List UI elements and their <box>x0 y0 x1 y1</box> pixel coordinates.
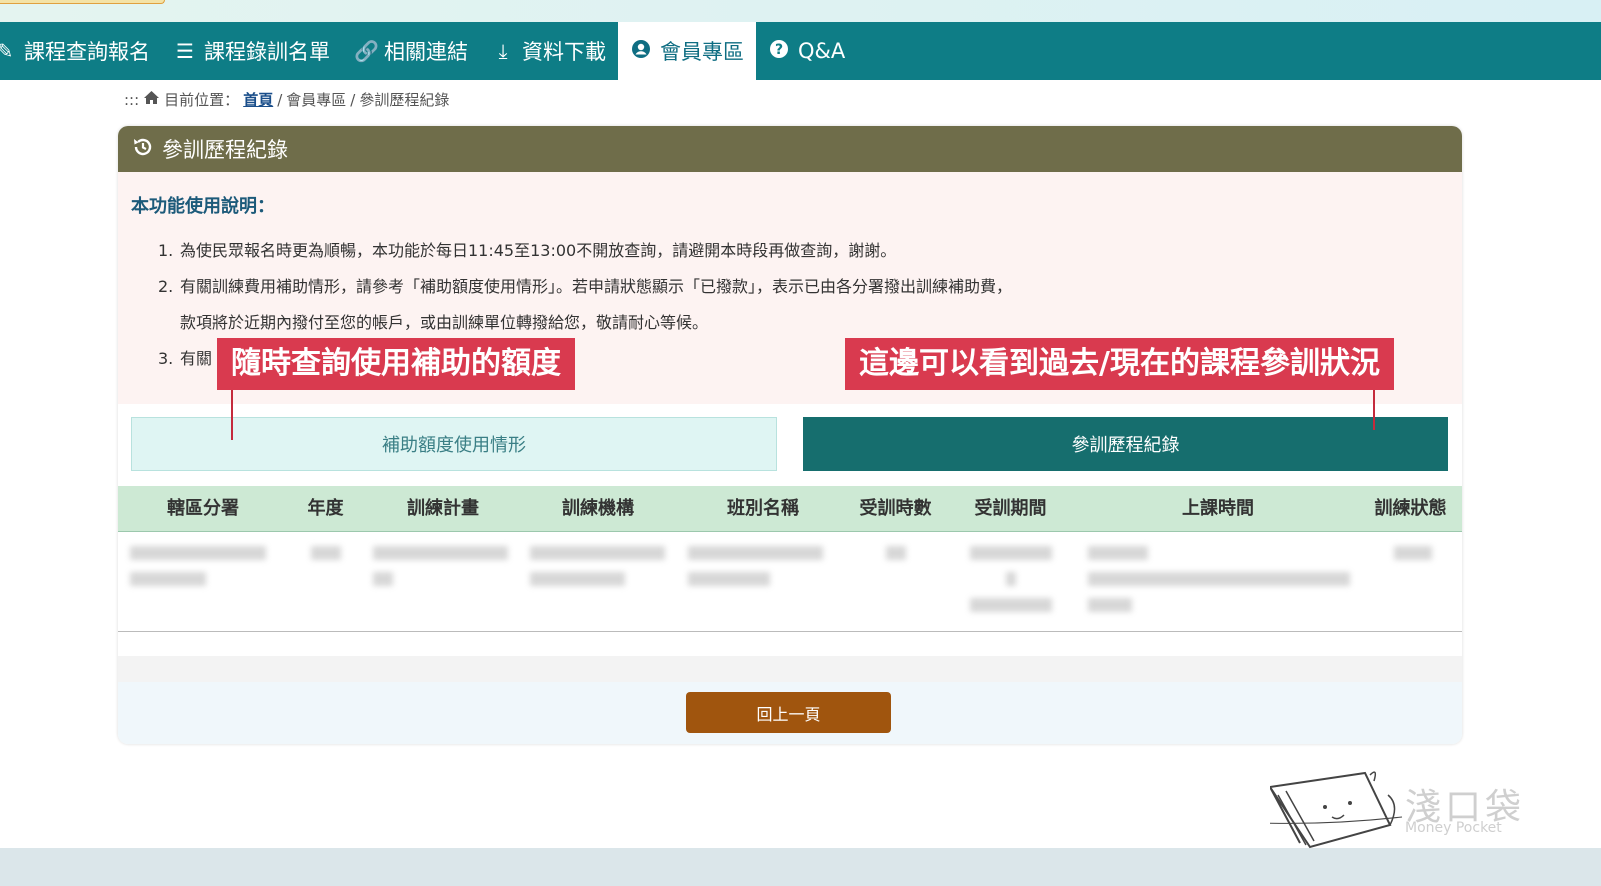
link-icon: 🔗 <box>354 39 379 63</box>
notice-number: 1. <box>158 241 174 260</box>
notice-number: 3. <box>158 349 174 368</box>
redacted-cell <box>970 598 1052 612</box>
breadcrumb-prefix: ::: <box>124 90 140 109</box>
nav-item-downloads[interactable]: ⤓ 資料下載 <box>480 22 618 80</box>
redacted-cell <box>530 546 665 560</box>
notice-item: 2. 有關訓練費用補助情形，請參考「補助額度使用情形」。若申請狀態顯示「已撥款」，… <box>158 274 1012 310</box>
column-header: 上課時間 <box>1182 498 1254 519</box>
annotation-pointer <box>1373 390 1375 430</box>
redacted-cell <box>688 546 823 560</box>
training-history-panel: 參訓歷程紀錄 本功能使用說明： 1. 為使民眾報名時更為順暢，本功能於每日11:4… <box>118 126 1462 744</box>
nav-item-related-links[interactable]: 🔗 相關連結 <box>342 22 480 80</box>
top-strip <box>0 0 1601 22</box>
nav-item-label: 會員專區 <box>660 40 744 64</box>
nav-item-label: Q&A <box>798 39 846 63</box>
column-header: 受訓期間 <box>974 498 1047 519</box>
nav-item-label: 課程查詢報名 <box>24 40 150 64</box>
nav-item-member-area[interactable]: 會員專區 <box>618 22 756 80</box>
back-button[interactable]: 回上一頁 <box>686 692 891 733</box>
column-header: 轄區分署 <box>167 498 239 519</box>
breadcrumb: ::: 目前位置： 首頁 / 會員專區 / 參訓歷程紀錄 <box>124 89 449 110</box>
home-icon <box>143 90 160 109</box>
breadcrumb-home-link[interactable]: 首頁 <box>243 89 273 110</box>
table-spacer <box>118 656 1462 682</box>
redacted-cell <box>688 572 770 586</box>
table-row <box>118 532 1462 632</box>
redacted-cell <box>970 546 1052 560</box>
training-history-button[interactable]: 參訓歷程紀錄 <box>803 417 1448 471</box>
breadcrumb-current: 參訓歷程紀錄 <box>359 91 450 109</box>
notice-item: 1. 為使民眾報名時更為順暢，本功能於每日11:45至13:00不開放查詢，請避開… <box>158 238 1012 274</box>
redacted-cell <box>130 572 206 586</box>
question-circle-icon: ? <box>768 39 790 64</box>
nav-item-label: 資料下載 <box>522 40 606 64</box>
nav-item-course-search[interactable]: ✎ 課程查詢報名 <box>0 22 162 80</box>
notice-text: 有關訓練費用補助情形，請參考「補助額度使用情形」。若申請狀態顯示「已撥款」，表示… <box>180 277 1013 296</box>
column-header: 訓練機構 <box>562 498 634 519</box>
panel-title: 參訓歷程紀錄 <box>162 138 288 162</box>
download-icon: ⤓ <box>498 39 508 63</box>
nav-item-admission-list[interactable]: ☰ 課程錄訓名單 <box>162 22 342 80</box>
breadcrumb-section: 會員專區 <box>286 91 347 109</box>
breadcrumb-label: 目前位置： <box>164 91 240 109</box>
user-circle-icon <box>630 39 652 64</box>
watermark-subtitle: Money Pocket <box>1405 820 1502 836</box>
notice-text: 為使民眾報名時更為順暢，本功能於每日11:45至13:00不開放查詢，請避開本時… <box>180 241 897 260</box>
subsidy-usage-button[interactable]: 補助額度使用情形 <box>131 417 777 471</box>
notice-title: 本功能使用說明： <box>131 196 275 217</box>
notice-number: 2. <box>158 277 174 296</box>
top-tab-edge <box>0 0 165 4</box>
annotation-callout-subsidy: 隨時查詢使用補助的額度 <box>217 338 575 390</box>
pencil-icon: ✎ <box>0 39 14 63</box>
redacted-cell <box>311 546 341 560</box>
notice-text: 有關 <box>180 349 213 368</box>
main-nav: ✎ 課程查詢報名 ☰ 課程錄訓名單 🔗 相關連結 ⤓ 資料下載 會員專區 ? Q… <box>0 22 1601 80</box>
annotation-callout-history: 這邊可以看到過去/現在的課程參訓狀況 <box>845 338 1394 390</box>
nav-item-label: 相關連結 <box>384 40 468 64</box>
svg-text:?: ? <box>775 42 783 58</box>
panel-header: 參訓歷程紀錄 <box>118 126 1462 172</box>
redacted-cell <box>1394 546 1432 560</box>
redacted-cell <box>373 572 393 586</box>
column-header: 訓練計畫 <box>407 498 479 519</box>
redacted-cell <box>1088 598 1132 612</box>
nav-item-qa[interactable]: ? Q&A <box>756 22 857 80</box>
list-icon: ☰ <box>176 39 194 63</box>
history-icon <box>132 136 154 163</box>
column-header: 訓練狀態 <box>1374 498 1447 519</box>
breadcrumb-separator: / <box>277 90 283 109</box>
redacted-cell <box>1006 572 1016 586</box>
redacted-cell <box>1088 572 1350 586</box>
annotation-pointer <box>231 390 233 440</box>
redacted-cell <box>373 546 508 560</box>
breadcrumb-separator: / <box>350 90 356 109</box>
redacted-cell <box>886 546 906 560</box>
redacted-cell <box>1088 546 1148 560</box>
column-header: 年度 <box>307 498 344 519</box>
nav-item-label: 課程錄訓名單 <box>204 40 330 64</box>
column-header: 班別名稱 <box>727 498 799 519</box>
table-header: 轄區分署 年度 訓練計畫 訓練機構 班別名稱 受訓時數 受訓期間 上課時間 訓練… <box>118 486 1462 532</box>
redacted-cell <box>130 546 266 560</box>
redacted-cell <box>530 572 625 586</box>
column-header: 受訓時數 <box>859 498 932 519</box>
